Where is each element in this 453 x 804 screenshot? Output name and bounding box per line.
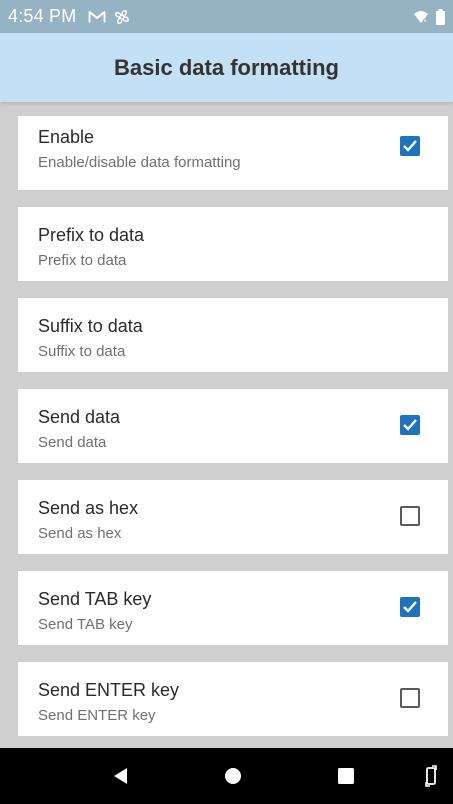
setting-send-tab-key[interactable]: Send TAB key Send TAB key — [18, 571, 448, 645]
send-data-checkbox[interactable] — [400, 415, 420, 435]
recents-icon — [338, 768, 354, 784]
navigation-bar — [0, 748, 453, 804]
recents-button[interactable] — [326, 748, 366, 804]
setting-title: Prefix to data — [38, 225, 145, 245]
setting-send-enter-key[interactable]: Send ENTER key Send ENTER key — [18, 662, 448, 736]
battery-icon — [436, 8, 445, 25]
pinwheel-icon — [114, 9, 130, 25]
setting-title: Enable — [38, 127, 95, 147]
status-bar: 4:54 PM — [0, 0, 453, 33]
rotate-button[interactable] — [418, 748, 444, 804]
rotate-icon — [425, 765, 437, 787]
setting-subtitle: Send ENTER key — [38, 707, 156, 724]
status-time: 4:54 PM — [8, 6, 77, 26]
back-icon — [114, 768, 127, 784]
setting-subtitle: Send data — [38, 434, 107, 451]
setting-title: Send data — [38, 407, 121, 427]
app-bar: Basic data formatting — [0, 33, 453, 102]
settings-list: Enable Enable/disable data formatting Pr… — [18, 116, 448, 753]
page-title: Basic data formatting — [114, 54, 339, 80]
setting-title: Suffix to data — [38, 316, 143, 336]
send-tab-key-checkbox[interactable] — [400, 597, 420, 617]
setting-suffix-to-data[interactable]: Suffix to data Suffix to data — [18, 298, 448, 372]
send-enter-key-checkbox[interactable] — [400, 688, 420, 708]
setting-prefix-to-data[interactable]: Prefix to data Prefix to data — [18, 207, 448, 281]
back-button[interactable] — [100, 748, 140, 804]
setting-enable[interactable]: Enable Enable/disable data formatting — [18, 116, 448, 190]
check-icon — [403, 601, 417, 613]
setting-title: Send ENTER key — [38, 680, 180, 700]
setting-send-data[interactable]: Send data Send data — [18, 389, 448, 463]
gmail-icon — [88, 10, 106, 24]
setting-subtitle: Enable/disable data formatting — [38, 154, 241, 171]
check-icon — [403, 419, 417, 431]
setting-subtitle: Send TAB key — [38, 616, 133, 633]
enable-checkbox[interactable] — [400, 136, 420, 156]
setting-title: Send TAB key — [38, 589, 152, 609]
setting-subtitle: Send as hex — [38, 525, 122, 542]
home-button[interactable] — [213, 748, 253, 804]
setting-subtitle: Suffix to data — [38, 343, 126, 360]
setting-send-as-hex[interactable]: Send as hex Send as hex — [18, 480, 448, 554]
send-as-hex-checkbox[interactable] — [400, 506, 420, 526]
home-icon — [225, 768, 241, 784]
setting-subtitle: Prefix to data — [38, 252, 127, 269]
check-icon — [403, 140, 417, 152]
setting-title: Send as hex — [38, 498, 139, 518]
wifi-icon — [413, 10, 429, 24]
